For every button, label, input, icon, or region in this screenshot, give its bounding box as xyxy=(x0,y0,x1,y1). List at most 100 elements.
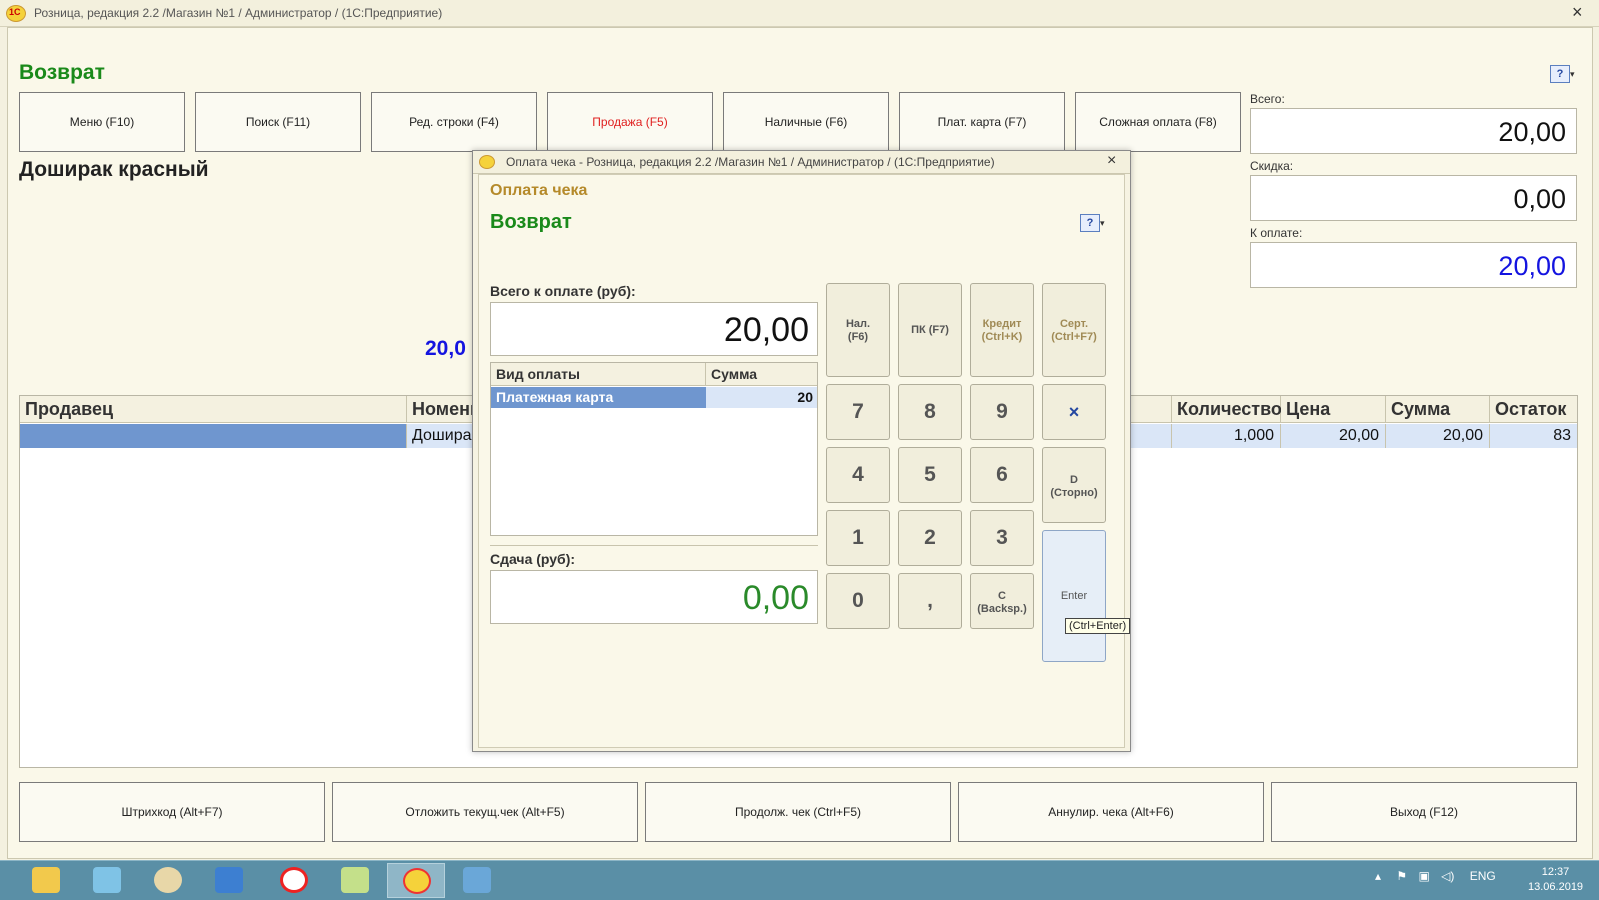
continue-receipt-button[interactable]: Продолж. чек (Ctrl+F5) xyxy=(645,782,951,842)
key-2[interactable]: 2 xyxy=(898,510,962,566)
key-5[interactable]: 5 xyxy=(898,447,962,503)
taskbar-image-viewer[interactable] xyxy=(448,863,506,898)
dialog-help-menu[interactable]: ? ▾ xyxy=(1080,214,1105,232)
backspace-key-caption: (Backsp.) xyxy=(977,603,1027,615)
window-close-button[interactable]: × xyxy=(1572,2,1583,23)
certificate-payment-key[interactable]: Серт. (Ctrl+F7) xyxy=(1042,283,1106,377)
network-icon[interactable]: ▣ xyxy=(1418,869,1429,883)
cash-key-label: Нал. xyxy=(845,318,871,330)
payment-type-cell[interactable]: Платежная карта xyxy=(491,387,706,408)
discount-label: Скидка: xyxy=(1250,159,1294,173)
column-header-quantity[interactable]: Количество xyxy=(1172,396,1282,423)
cash-key-shortcut: (F6) xyxy=(847,331,869,343)
volume-icon[interactable]: ◁) xyxy=(1441,869,1454,883)
cancel-receipt-button[interactable]: Аннулир. чека (Alt+F6) xyxy=(958,782,1264,842)
key-3[interactable]: 3 xyxy=(970,510,1034,566)
divider xyxy=(490,545,818,546)
language-indicator[interactable]: ENG xyxy=(1470,869,1496,883)
column-header-seller[interactable]: Продавец xyxy=(20,396,407,423)
tray-expand-icon[interactable]: ▴ xyxy=(1375,869,1381,883)
dialog-close-button[interactable]: × xyxy=(1107,152,1116,170)
backspace-key[interactable]: C (Backsp.) xyxy=(970,573,1034,629)
cash-button[interactable]: Наличные (F6) xyxy=(723,92,889,152)
barcode-button[interactable]: Штрихкод (Alt+F7) xyxy=(19,782,325,842)
window-titlebar: Розница, редакция 2.2 /Магазин №1 / Адми… xyxy=(0,0,1599,27)
payment-type-header[interactable]: Вид оплаты xyxy=(491,363,706,386)
key-8[interactable]: 8 xyxy=(898,384,962,440)
change-label: Сдача (руб): xyxy=(490,551,576,567)
credit-payment-key[interactable]: Кредит (Ctrl+K) xyxy=(970,283,1034,377)
postpone-receipt-button[interactable]: Отложить текущ.чек (Alt+F5) xyxy=(332,782,638,842)
pay-card-button[interactable]: Плат. карта (F7) xyxy=(899,92,1065,152)
taskbar-1c[interactable] xyxy=(387,863,445,898)
key-4[interactable]: 4 xyxy=(826,447,890,503)
cell-sum[interactable]: 20,00 xyxy=(1386,424,1490,448)
notepad-chart-icon xyxy=(341,867,369,893)
taskbar-explorer[interactable] xyxy=(17,863,75,898)
dialog-logo-icon xyxy=(479,155,495,169)
1c-icon xyxy=(403,868,431,894)
app-logo-icon xyxy=(6,5,26,22)
storno-key-label: D xyxy=(1070,474,1078,486)
certificate-key-label: Серт. xyxy=(1059,318,1089,330)
dialog-dropdown-arrow-icon: ▾ xyxy=(1100,218,1105,228)
taskbar-yandex-browser[interactable] xyxy=(265,863,323,898)
payment-grid[interactable]: Вид оплаты Сумма Платежная карта 20 xyxy=(490,362,818,536)
dialog-heading: Возврат xyxy=(490,211,572,233)
yandex-browser-icon xyxy=(280,867,308,893)
cell-rest[interactable]: 83 xyxy=(1490,424,1577,448)
credit-key-label: Кредит xyxy=(982,318,1022,330)
payment-sum-header[interactable]: Сумма xyxy=(706,363,817,386)
help-menu[interactable]: ? ▾ xyxy=(1550,65,1575,83)
taskbar-paint[interactable] xyxy=(139,863,197,898)
discount-value: 0,00 xyxy=(1250,175,1577,221)
product-name: Доширак красный xyxy=(19,158,209,181)
cell-price[interactable]: 20,00 xyxy=(1281,424,1386,448)
payment-sum-cell[interactable]: 20 xyxy=(706,387,817,408)
total-to-pay-value: 20,00 xyxy=(490,302,818,356)
key-0[interactable]: 0 xyxy=(826,573,890,629)
image-viewer-icon xyxy=(463,867,491,893)
total-label: Всего: xyxy=(1250,92,1285,106)
edit-line-button[interactable]: Ред. строки (F4) xyxy=(371,92,537,152)
key-9[interactable]: 9 xyxy=(970,384,1034,440)
sale-button[interactable]: Продажа (F5) xyxy=(547,92,713,152)
storno-key-caption: (Сторно) xyxy=(1050,487,1098,499)
page-title: Возврат xyxy=(19,61,105,84)
menu-button[interactable]: Меню (F10) xyxy=(19,92,185,152)
palette-icon xyxy=(154,867,182,893)
key-6[interactable]: 6 xyxy=(970,447,1034,503)
storno-key[interactable]: D (Сторно) xyxy=(1042,447,1106,523)
taskbar-app-buildings[interactable] xyxy=(78,863,136,898)
clock-time: 12:37 xyxy=(1541,866,1570,878)
comma-key[interactable]: , xyxy=(898,573,962,629)
flag-icon[interactable]: ⚑ xyxy=(1396,869,1407,883)
total-value: 20,00 xyxy=(1250,108,1577,154)
control-panel-icon xyxy=(215,867,243,893)
taskbar-control-panel[interactable] xyxy=(200,863,258,898)
taskbar-notes[interactable] xyxy=(326,863,384,898)
clock[interactable]: 12:37 13.06.2019 xyxy=(1528,865,1583,895)
enter-key[interactable]: Enter xyxy=(1042,530,1106,662)
clear-key[interactable]: × xyxy=(1042,384,1106,440)
exit-button[interactable]: Выход (F12) xyxy=(1271,782,1577,842)
key-1[interactable]: 1 xyxy=(826,510,890,566)
credit-key-shortcut: (Ctrl+K) xyxy=(981,331,1023,343)
cash-payment-key[interactable]: Нал. (F6) xyxy=(826,283,890,377)
to-pay-value: 20,00 xyxy=(1250,242,1577,288)
column-header-price[interactable]: Цена xyxy=(1281,396,1386,423)
key-7[interactable]: 7 xyxy=(826,384,890,440)
column-header-rest[interactable]: Остаток xyxy=(1490,396,1577,423)
card-payment-key[interactable]: ПК (F7) xyxy=(898,283,962,377)
dialog-help-icon: ? xyxy=(1080,214,1100,232)
cell-quantity[interactable]: 1,000 xyxy=(1172,424,1281,448)
cell-seller[interactable] xyxy=(20,424,407,448)
change-value: 0,00 xyxy=(490,570,818,624)
complex-payment-button[interactable]: Сложная оплата (F8) xyxy=(1075,92,1241,152)
dialog-titlebar: Оплата чека - Розница, редакция 2.2 /Маг… xyxy=(473,151,1130,174)
system-tray: ▴ ⚑ ▣ ◁) ENG xyxy=(1375,869,1496,883)
help-icon: ? xyxy=(1550,65,1570,83)
column-header-sum[interactable]: Сумма xyxy=(1386,396,1490,423)
certificate-key-shortcut: (Ctrl+F7) xyxy=(1051,331,1097,343)
search-button[interactable]: Поиск (F11) xyxy=(195,92,361,152)
